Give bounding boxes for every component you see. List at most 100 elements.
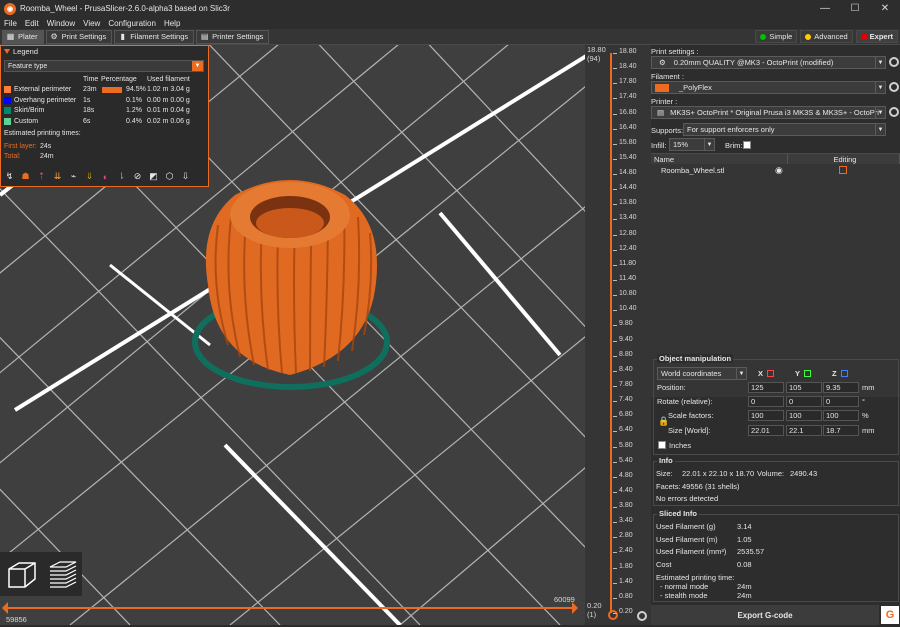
- settings-cog-icon[interactable]: [889, 57, 899, 67]
- object-row[interactable]: Roomba_Wheel.stl ◉: [651, 164, 900, 176]
- rotate-z-field[interactable]: 0: [823, 396, 859, 407]
- position-y-field[interactable]: 105: [786, 382, 822, 393]
- menu-window[interactable]: Window: [43, 19, 79, 28]
- info-volume-label: Volume:: [757, 469, 785, 478]
- export-gcode-button[interactable]: Export G-code: [651, 605, 879, 625]
- tool-changes-icon[interactable]: ⇓: [83, 170, 96, 183]
- tab-label: Print Settings: [61, 32, 107, 41]
- maximize-icon[interactable]: ☐: [840, 0, 870, 17]
- rotate-y-field[interactable]: 0: [786, 396, 822, 407]
- legend-title: Legend: [13, 47, 39, 56]
- layer-tick-mark: [613, 204, 617, 206]
- layer-tick-label: 17.40: [619, 93, 637, 101]
- custom-gcode-icon[interactable]: ⊘: [131, 170, 144, 183]
- filament-select[interactable]: _PolyFlex ▼: [651, 81, 886, 94]
- travel-icon[interactable]: ↯: [3, 170, 16, 183]
- tool-marker-icon[interactable]: ⇩: [179, 170, 192, 183]
- layer-tick-mark: [613, 98, 617, 100]
- position-x-field[interactable]: 125: [748, 382, 784, 393]
- chevron-down-icon: ▼: [875, 107, 885, 118]
- infill-select[interactable]: 15% ▼: [669, 138, 715, 151]
- mode-advanced-button[interactable]: Advanced: [800, 30, 853, 43]
- layers-view-icon[interactable]: [44, 555, 82, 593]
- layer-tick-label: 5.80: [619, 441, 633, 449]
- scale-x-field[interactable]: 100: [748, 410, 784, 421]
- menu-configuration[interactable]: Configuration: [104, 19, 160, 28]
- supports-select[interactable]: For support enforcers only ▼: [683, 123, 886, 136]
- legend-row[interactable]: Overhang perimeter 1s 0.1% 0.00 m 0.00 g: [4, 95, 204, 106]
- lock-icon[interactable]: [608, 610, 618, 620]
- first-layer-row: First layer: 24s: [4, 143, 81, 153]
- deretractions-icon[interactable]: ⇊: [51, 170, 64, 183]
- collapse-icon: [4, 49, 10, 54]
- close-icon[interactable]: ✕: [870, 0, 900, 17]
- printer-cog-icon[interactable]: [889, 107, 899, 117]
- chevron-down-icon: ▼: [875, 57, 885, 68]
- percentage-bar: [102, 86, 122, 93]
- view-type-value: Feature type: [8, 62, 48, 70]
- layer-tick-mark: [613, 264, 617, 266]
- edit-icon[interactable]: [839, 166, 847, 174]
- printer-icon: ▤: [657, 108, 665, 117]
- legend-row[interactable]: Custom 6s 0.4% 0.02 m 0.06 g: [4, 116, 204, 127]
- printer-select[interactable]: ▤ MK3S+ OctoPrint * Original Prusa i3 MK3…: [651, 106, 886, 119]
- menu-view[interactable]: View: [79, 19, 104, 28]
- color-swatch: [4, 107, 11, 115]
- legend-header[interactable]: Legend: [1, 46, 208, 57]
- layer-tick-label: 13.40: [619, 214, 637, 222]
- print-settings-select[interactable]: ⚙ 0.20mm QUALITY @MK3 - OctoPrint (modifi…: [651, 56, 886, 69]
- brim-checkbox[interactable]: [743, 141, 751, 149]
- horizontal-slider[interactable]: 60099 59856: [0, 595, 580, 625]
- mode-expert-button[interactable]: Expert: [855, 30, 898, 43]
- axis-z-label: Z: [832, 369, 837, 378]
- layer-tick-mark: [613, 385, 617, 387]
- layer-slider[interactable]: 18.80 (94) 0.20 (1) 18.80 18.40 17.80 17.40…: [585, 45, 651, 625]
- first-layer-value: 24s: [40, 143, 52, 150]
- legend-row[interactable]: External perimeter 23m 94.5% 1.02 m 3.04…: [4, 85, 204, 96]
- printed-object[interactable]: [205, 180, 377, 375]
- menu-help[interactable]: Help: [160, 19, 184, 28]
- legend-row[interactable]: Skirt/Brim 18s 1.2% 0.01 m 0.04 g: [4, 106, 204, 117]
- view-type-select[interactable]: Feature type ▼: [4, 60, 204, 72]
- center-of-gravity-icon[interactable]: ◩: [147, 170, 160, 183]
- rotate-x-field[interactable]: 0: [748, 396, 784, 407]
- size-x-field[interactable]: 22.01: [748, 425, 784, 436]
- menu-edit[interactable]: Edit: [21, 19, 43, 28]
- filament-cog-icon[interactable]: [889, 82, 899, 92]
- minimize-icon[interactable]: —: [810, 0, 840, 17]
- layer-slider-track[interactable]: [610, 53, 612, 613]
- coordinates-select[interactable]: World coordinates ▼: [657, 367, 747, 380]
- inches-checkbox[interactable]: [658, 441, 666, 449]
- color-swatch: [4, 96, 11, 104]
- send-gcode-icon[interactable]: G: [881, 606, 899, 624]
- layer-tick-label: 12.80: [619, 229, 637, 237]
- info-errors: No errors detected: [656, 494, 719, 503]
- retractions-icon[interactable]: ⇡: [35, 170, 48, 183]
- feature-percentage: 1.2%: [126, 107, 142, 115]
- position-z-field[interactable]: 9.35: [823, 382, 859, 393]
- layer-tick-label: 3.40: [619, 517, 633, 525]
- tab-printer-settings[interactable]: ▤ Printer Settings: [196, 29, 270, 44]
- eye-icon[interactable]: ◉: [775, 165, 783, 176]
- size-z-field[interactable]: 18.7: [823, 425, 859, 436]
- color-changes-icon[interactable]: ◐: [99, 170, 112, 183]
- layer-tick-label: 8.80: [619, 350, 633, 358]
- scale-z-field[interactable]: 100: [823, 410, 859, 421]
- info-size-label: Size:: [656, 469, 673, 478]
- size-y-field[interactable]: 22.1: [786, 425, 822, 436]
- tab-plater[interactable]: ▦ Plater: [2, 29, 44, 44]
- layer-tick-label: 13.80: [619, 199, 637, 207]
- seams-icon[interactable]: ⌁: [67, 170, 80, 183]
- scale-y-field[interactable]: 100: [786, 410, 822, 421]
- menu-file[interactable]: File: [0, 19, 21, 28]
- tab-filament-settings[interactable]: ▮ Filament Settings: [114, 29, 195, 44]
- layer-tick-label: 15.80: [619, 138, 637, 146]
- pause-icon[interactable]: ⇂: [115, 170, 128, 183]
- bottom-layer-index: (1): [587, 610, 597, 619]
- tab-print-settings[interactable]: ⚙ Print Settings: [45, 29, 113, 44]
- 3d-view-icon[interactable]: [3, 555, 41, 593]
- feature-name: Custom: [14, 117, 39, 125]
- shells-icon[interactable]: ⬡: [163, 170, 176, 183]
- wipe-icon[interactable]: ☗: [19, 170, 32, 183]
- mode-simple-button[interactable]: Simple: [755, 30, 798, 43]
